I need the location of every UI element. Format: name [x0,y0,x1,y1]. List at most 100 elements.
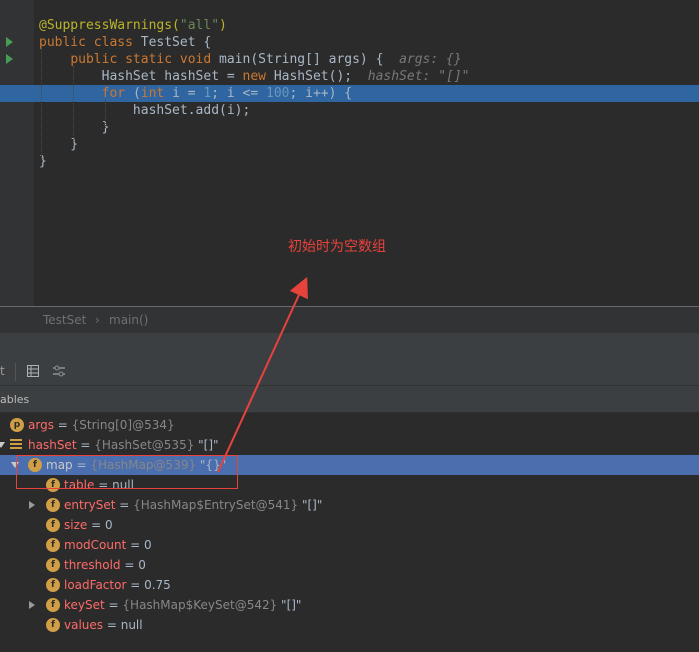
object-reference: {HashMap$KeySet@542} [122,598,278,612]
code-token: main [219,52,251,67]
expand-arrow-icon[interactable] [29,601,35,609]
code-line[interactable]: public class TestSet { [0,34,699,51]
variable-value: "[]" [277,598,302,612]
code-token: ; i++) { [289,86,353,101]
variable-text: entrySet = {HashMap$EntrySet@541} "[]" [64,495,322,515]
variable-name: size [64,518,88,532]
code-token: hashSet. [39,103,196,118]
variable-name: entrySet [64,498,116,512]
table-view-icon[interactable] [27,365,39,377]
variable-row-size[interactable]: f size = 0 [0,515,699,535]
field-icon: f [46,618,60,632]
code-token: hashSet = [156,69,243,84]
variable-value: "[]" [194,438,219,452]
inline-debug-hint: hashSet: "[]" [367,69,470,84]
variable-name: keySet [64,598,105,612]
code-text: @SuppressWarnings("all") [39,17,227,34]
code-token: int [140,86,173,101]
object-reference: {String[0]@534} [71,418,175,432]
code-line[interactable]: } [0,136,699,153]
variable-text: modCount = 0 [64,535,152,555]
settings-icon[interactable] [53,365,65,377]
variable-text: hashSet = {HashSet@535} "[]" [28,435,219,455]
breadcrumb-class[interactable]: TestSet [43,313,86,327]
variable-name: modCount [64,538,127,552]
variable-row-threshold[interactable]: f threshold = 0 [0,555,699,575]
code-token: for [101,86,133,101]
field-icon: f [46,558,60,572]
code-line[interactable]: @SuppressWarnings("all") [0,17,699,34]
expand-arrow-icon[interactable] [29,501,35,509]
equals-sign: = [126,578,145,592]
code-token: { [203,35,212,50]
variable-text: size = 0 [64,515,113,535]
variable-row-hashset[interactable]: hashSet = {HashSet@535} "[]" [0,435,699,455]
code-token: ( [250,52,259,67]
code-token: public static void [70,52,220,67]
code-token: ; i <= [211,86,267,101]
code-token: String [258,52,306,67]
code-token: 100 [266,86,290,101]
indent-guide [73,66,75,146]
expand-arrow-icon[interactable] [0,442,5,448]
variable-row-values[interactable]: f values = null [0,615,699,635]
code-token: ( [132,86,141,101]
field-list-icon [10,439,22,451]
field-icon: f [46,578,60,592]
breadcrumb-method[interactable]: main() [109,313,148,327]
equals-sign: = [104,598,123,612]
code-token: i = [172,86,204,101]
variables-tree[interactable]: p args = {String[0]@534} hashSet = {HashSe… [0,413,699,652]
code-token: [] args) { [305,52,400,67]
field-icon: f [46,538,60,552]
code-token: "all" [179,18,220,33]
partial-toolbar-icon[interactable]: t [0,364,8,380]
debug-panel-header [0,333,699,360]
code-token: HashSet [273,69,329,84]
field-icon: f [46,598,60,612]
variable-name: hashSet [28,438,77,452]
variable-value: "[]" [298,498,323,512]
equals-sign: = [115,498,134,512]
code-text: for (int i = 1; i <= 100; i++) { [39,85,353,102]
equals-sign: = [103,618,121,632]
variable-value: 0 [143,538,152,552]
code-line[interactable]: } [0,153,699,170]
code-text: public static void main(String[] args) {… [39,51,462,68]
variable-text: values = null [64,615,143,635]
variable-row-modcount[interactable]: f modCount = 0 [0,535,699,555]
code-token: public class [39,35,141,50]
code-token: ) [219,18,227,33]
variable-row-loadfactor[interactable]: f loadFactor = 0.75 [0,575,699,595]
parameter-icon: p [10,418,24,432]
variable-row-keyset[interactable]: f keySet = {HashMap$KeySet@542} "[]" [0,595,699,615]
variable-text: keySet = {HashMap$KeySet@542} "[]" [64,595,301,615]
code-text: hashSet.add(i); [39,102,250,119]
field-icon: f [46,518,60,532]
code-token: TestSet [140,35,204,50]
variable-text: threshold = 0 [64,555,146,575]
variable-name: values [64,618,104,632]
breadcrumb-separator: › [95,313,100,327]
code-token: add [195,103,220,118]
code-line[interactable]: public static void main(String[] args) {… [0,51,699,68]
variable-name: threshold [64,558,121,572]
variable-row-entryset[interactable]: f entrySet = {HashMap$EntrySet@541} "[]" [0,495,699,515]
code-token: (); [328,69,368,84]
code-line[interactable]: HashSet hashSet = new HashSet(); hashSet… [0,68,699,85]
variable-value: 0 [138,558,146,572]
inline-debug-hint: args: {} [399,52,462,67]
annotation-text: 初始时为空数组 [288,239,386,255]
variable-row-args[interactable]: p args = {String[0]@534} [0,415,699,435]
variable-value: 0.75 [144,578,171,592]
equals-sign: = [126,538,144,552]
indent-guide [41,48,43,158]
code-text: HashSet hashSet = new HashSet(); hashSet… [39,68,470,85]
variable-value: 0 [104,518,113,532]
indent-guide [105,100,107,128]
code-editor[interactable]: @SuppressWarnings("all") public class Tes… [0,0,699,306]
variables-tab-header[interactable]: ables [0,386,699,413]
variable-text: loadFactor = 0.75 [64,575,171,595]
